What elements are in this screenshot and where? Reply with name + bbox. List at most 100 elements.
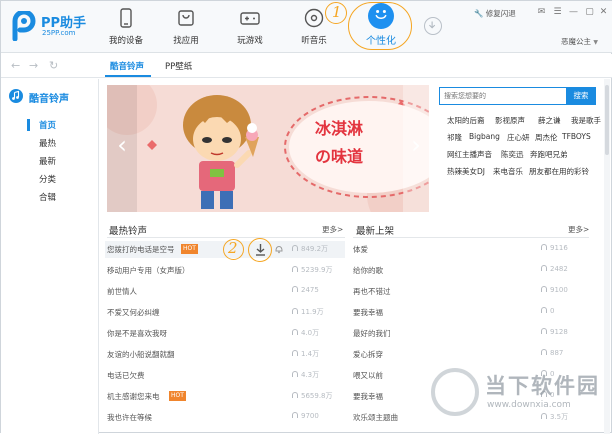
sidebar-item-category[interactable]: 分类 <box>39 173 56 185</box>
play-count: 9100 <box>541 286 568 294</box>
ringtone-title: 我也许在等候 <box>107 413 152 422</box>
tag-item[interactable]: 朋友都在用的彩铃 <box>529 166 589 177</box>
table-row[interactable]: 你是不是喜欢我呀 4.0万 <box>107 325 347 341</box>
sub-navigation-bar: ← → ↻ 酷音铃声 PP壁纸 <box>1 54 612 78</box>
table-row[interactable]: 要我幸福 0 <box>353 304 593 320</box>
repair-label: 修复闪退 <box>485 9 516 18</box>
ringtone-title: 前世情人 <box>107 287 137 296</box>
ringtone-title: 给你的歌 <box>353 266 383 275</box>
play-count: 887 <box>541 349 563 357</box>
table-row[interactable]: 给你的歌 2482 <box>353 262 593 278</box>
tag-item[interactable]: 网红主播声音 <box>447 149 492 160</box>
tag-item[interactable]: 薛之谦 <box>538 115 561 126</box>
ringtone-title: 爱心拆穿 <box>353 350 383 359</box>
table-row[interactable]: 体爱 9116 <box>353 241 593 257</box>
headphone-icon <box>292 371 298 377</box>
tag-item[interactable]: 来电音乐 <box>493 166 523 177</box>
watermark: 当下软件园 www.downxia.com <box>429 366 611 428</box>
nav-find-apps[interactable]: 找应用 <box>158 7 214 49</box>
scrollbar-thumb[interactable] <box>605 85 609 155</box>
tag-item[interactable]: 祁隆 <box>447 132 462 143</box>
history-controls: ← → ↻ <box>9 59 69 73</box>
refresh-icon[interactable]: ↻ <box>49 59 58 72</box>
headphone-icon <box>292 392 298 398</box>
ringtone-title: 再也不错过 <box>353 287 391 296</box>
ringtone-title: 喂又以前 <box>353 371 383 380</box>
hot-ringtone-list: 您拨打的电话是空号 HOT 849.2万 移动用户专用（女声版） 5239.9万… <box>107 241 347 434</box>
tag-item[interactable]: 太阳的后裔 <box>447 115 485 126</box>
sidebar-item-collection[interactable]: 合辑 <box>39 191 56 203</box>
headphone-icon <box>292 329 298 335</box>
play-count-value: 4.0万 <box>301 329 320 337</box>
tag-item[interactable]: TFBOYS <box>562 132 591 141</box>
ringtone-title: 电话已欠费 <box>107 371 145 380</box>
table-row[interactable]: 不爱又何必纠缠 11.9万 <box>107 304 347 320</box>
table-row[interactable]: 爱心拆穿 887 <box>353 346 593 362</box>
tag-item[interactable]: 陈奕迅 <box>501 149 524 160</box>
table-row[interactable]: 友谊的小船说翻就翻 1.4万 <box>107 346 347 362</box>
table-row[interactable]: 电话已欠费 4.3万 <box>107 367 347 383</box>
sidebar-item-hottest[interactable]: 最热 <box>39 137 56 149</box>
play-count: 2482 <box>541 265 568 273</box>
table-row[interactable]: 机主感谢您来电 HOT 5659.8万 <box>107 388 347 404</box>
headphone-icon <box>292 286 298 292</box>
tag-item[interactable]: 影视原声 <box>495 115 525 126</box>
forward-arrow-icon[interactable]: → <box>29 59 38 72</box>
ringtone-title: 机主感谢您来电 <box>107 392 160 401</box>
tag-item[interactable]: 周杰伦 <box>535 132 558 143</box>
banner-next-button[interactable]: › <box>403 85 429 212</box>
table-row[interactable]: 我也许在等候 9700 <box>107 409 347 425</box>
table-row[interactable]: 再也不错过 9100 <box>353 283 593 299</box>
tag-item[interactable]: Bigbang <box>469 132 500 141</box>
tag-item[interactable]: 热辣美女DJ <box>447 166 485 177</box>
play-count-value: 9700 <box>301 412 319 420</box>
tab-ringtone[interactable]: 酷音铃声 <box>110 60 144 72</box>
tag-item[interactable]: 我是歌手 <box>571 115 601 126</box>
hot-more-link[interactable]: 更多> <box>322 224 343 235</box>
maximize-icon[interactable]: ▢ <box>583 6 596 19</box>
message-icon[interactable]: ✉ <box>535 6 548 19</box>
pp-assistant-window: PP助手 25PP.com 我的设备 找应用 玩游戏 听音乐 个性化 1 🔧 修… <box>0 0 612 434</box>
nav-my-device[interactable]: 我的设备 <box>98 7 154 49</box>
watermark-url: www.downxia.com <box>487 400 571 410</box>
headphone-icon <box>541 265 547 271</box>
banner-prev-button[interactable]: ‹ <box>107 85 137 212</box>
download-manager-button[interactable] <box>424 17 442 35</box>
search-input[interactable] <box>439 87 567 105</box>
back-arrow-icon[interactable]: ← <box>11 59 20 72</box>
play-count: 5239.9万 <box>292 265 333 275</box>
play-count: 5659.8万 <box>292 391 333 401</box>
nav-play-games[interactable]: 玩游戏 <box>222 7 278 49</box>
table-row[interactable]: 移动用户专用（女声版） 5239.9万 <box>107 262 347 278</box>
play-count: 9116 <box>541 244 568 252</box>
play-count: 4.0万 <box>292 328 319 338</box>
app-site: 25PP.com <box>42 29 76 37</box>
repair-crash-button[interactable]: 🔧 修复闪退 <box>474 8 516 19</box>
search-button[interactable]: 搜索 <box>566 87 596 105</box>
set-ringtone-bell-icon[interactable] <box>274 244 284 254</box>
table-row[interactable]: 前世情人 2475 <box>107 283 347 299</box>
search-area: 搜索 <box>439 87 596 105</box>
headphone-icon <box>292 412 298 418</box>
headphone-icon <box>292 350 298 356</box>
tag-item[interactable]: 庄心妍 <box>507 132 530 143</box>
play-count-value: 9100 <box>550 286 568 294</box>
headphone-icon <box>541 349 547 355</box>
play-count: 2475 <box>292 286 319 294</box>
user-account[interactable]: 恶魔公主 ▼ <box>561 36 598 47</box>
play-count: 1.4万 <box>292 349 319 359</box>
close-icon[interactable]: ✕ <box>597 6 610 19</box>
music-disc-icon <box>304 8 324 28</box>
promo-banner[interactable]: ‹ 冰淇淋 の味道 › <box>107 85 429 212</box>
table-row[interactable]: 最好的我们 9128 <box>353 325 593 341</box>
minimize-icon[interactable]: — <box>567 6 580 19</box>
tag-item[interactable]: 奔跑吧兄弟 <box>530 149 568 160</box>
menu-icon[interactable]: ☰ <box>551 6 564 19</box>
new-more-link[interactable]: 更多> <box>568 224 589 235</box>
shopping-bag-icon <box>178 10 194 26</box>
tab-wallpaper[interactable]: PP壁纸 <box>165 60 192 72</box>
sidebar-item-newest[interactable]: 最新 <box>39 155 56 167</box>
nav-label: 玩游戏 <box>237 36 263 46</box>
sidebar-item-home[interactable]: 首页 <box>39 119 56 131</box>
play-count-value: 11.9万 <box>301 308 324 316</box>
